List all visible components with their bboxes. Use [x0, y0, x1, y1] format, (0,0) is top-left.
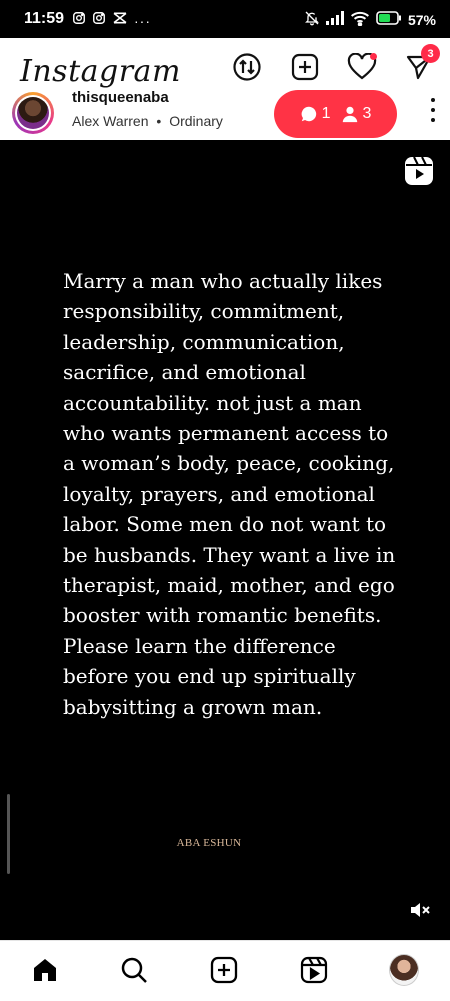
- battery-percent: 57%: [407, 11, 436, 28]
- quote-author: ABA ESHUN: [176, 837, 242, 849]
- music-artist: Alex Warren: [72, 113, 149, 129]
- nav-create[interactable]: [209, 955, 239, 985]
- avatar: [17, 97, 49, 129]
- status-bar: 11:59 ··· 57%: [0, 0, 450, 38]
- status-right-icons: 57%: [304, 10, 436, 29]
- sync-icon: [233, 53, 261, 81]
- add-post-icon: [291, 53, 319, 81]
- person-icon: [342, 106, 357, 123]
- notifications-button[interactable]: [347, 52, 377, 82]
- instagram-icon: [72, 11, 86, 30]
- battery-icon: [376, 11, 402, 28]
- more-dot: [431, 98, 435, 102]
- nav-reels[interactable]: [299, 955, 329, 985]
- nav-profile[interactable]: [389, 954, 419, 986]
- more-dot: [431, 108, 435, 112]
- more-options-button[interactable]: [428, 98, 438, 122]
- story-ring[interactable]: [12, 92, 54, 134]
- nav-home[interactable]: [30, 955, 60, 985]
- reel-media[interactable]: Marry a man who actually likes responsib…: [0, 140, 450, 940]
- music-title: Ordinary: [169, 113, 223, 129]
- search-icon: [121, 957, 147, 983]
- music-separator: •: [156, 113, 162, 129]
- comment-icon: [301, 106, 316, 122]
- follower-count: 3: [362, 105, 372, 122]
- speaker-muted-icon: [411, 903, 430, 917]
- capcut-icon: [112, 11, 128, 30]
- instagram-icon: [92, 11, 106, 30]
- direct-messages-button[interactable]: 3: [404, 44, 440, 82]
- signal-icon: [325, 11, 344, 28]
- status-left-icons: ···: [72, 11, 151, 30]
- scroll-indicator: [7, 794, 10, 874]
- home-icon: [34, 959, 56, 981]
- messages-badge: 3: [421, 44, 440, 63]
- nav-search[interactable]: [119, 955, 149, 985]
- more-dots-icon: ···: [134, 12, 151, 29]
- reels-badge-icon: [404, 156, 434, 191]
- sync-button[interactable]: [232, 52, 262, 82]
- app-header: Instagram 3 thisqueenaba Alex Warren • O…: [0, 38, 450, 140]
- post-username[interactable]: thisqueenaba: [72, 89, 169, 106]
- instagram-logo[interactable]: Instagram: [20, 54, 181, 89]
- profile-avatar: [389, 954, 419, 986]
- activity-notification-pill[interactable]: 1 3: [274, 90, 397, 138]
- new-post-button[interactable]: [290, 52, 320, 82]
- status-time: 11:59: [24, 10, 65, 27]
- mute-bell-icon: [304, 10, 320, 29]
- reel-quote-text: Marry a man who actually likes responsib…: [63, 269, 396, 719]
- more-dot: [431, 118, 435, 122]
- bottom-navigation: [0, 940, 450, 1001]
- mute-button[interactable]: [410, 902, 430, 923]
- create-icon: [210, 956, 238, 984]
- wifi-icon: [350, 11, 370, 29]
- notification-dot: [370, 53, 377, 60]
- post-music[interactable]: Alex Warren • Ordinary: [72, 113, 223, 129]
- comment-count: 1: [321, 105, 331, 122]
- reels-icon: [300, 956, 328, 984]
